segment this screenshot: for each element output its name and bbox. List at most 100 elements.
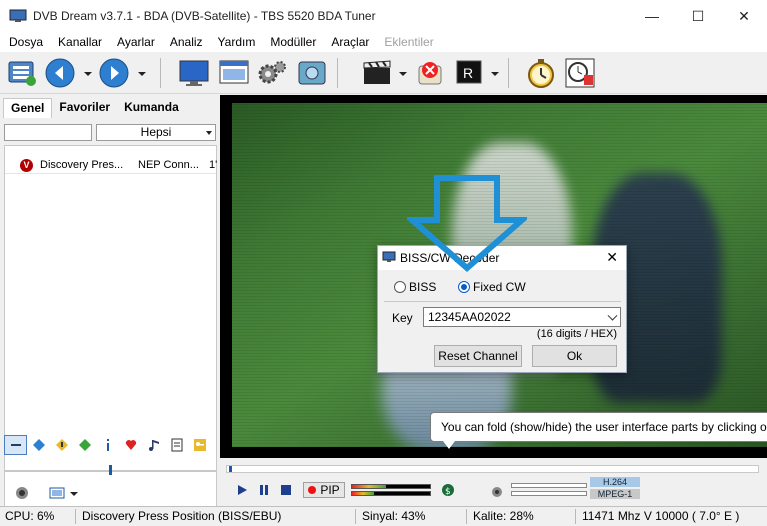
- minimize-button[interactable]: —: [629, 0, 675, 32]
- menu-analiz[interactable]: Analiz: [161, 35, 209, 49]
- scheduler-icon[interactable]: [563, 56, 597, 90]
- tab-kumanda[interactable]: Kumanda: [117, 98, 186, 118]
- maximize-button[interactable]: ☐: [675, 0, 721, 32]
- left-tabs: Genel Favoriler Kumanda: [3, 98, 186, 118]
- pause-icon[interactable]: [258, 484, 270, 496]
- status-divider: [355, 509, 356, 524]
- radio-fixed-cw[interactable]: Fixed CW: [458, 280, 526, 294]
- display-icon[interactable]: [49, 486, 65, 500]
- window-icon[interactable]: [217, 56, 251, 90]
- record-dot-icon: [308, 486, 317, 494]
- back-icon[interactable]: [43, 56, 77, 90]
- menu-ayarlar[interactable]: Ayarlar: [108, 35, 161, 49]
- diamond-green-icon[interactable]: [73, 435, 96, 455]
- document-icon[interactable]: [165, 435, 188, 455]
- ok-button[interactable]: Ok: [532, 345, 617, 367]
- radio-biss[interactable]: BISS: [394, 280, 436, 294]
- seek-bar[interactable]: [226, 465, 759, 473]
- play-icon[interactable]: [236, 484, 248, 496]
- diamond-blue-icon[interactable]: [27, 435, 50, 455]
- menu-yardim[interactable]: Yardım: [209, 35, 262, 49]
- key-icon[interactable]: [188, 435, 211, 455]
- dollar-icon[interactable]: $: [441, 483, 455, 497]
- chevron-down-icon[interactable]: [607, 310, 618, 321]
- recorder-icon[interactable]: R: [452, 56, 486, 90]
- menu-bar: Dosya Kanallar Ayarlar Analiz Yardım Mod…: [0, 32, 767, 52]
- toolbar-divider: [160, 58, 161, 88]
- fold-minus-icon[interactable]: [4, 435, 27, 455]
- minimize-icon: —: [645, 8, 659, 24]
- key-value: 12345AA02022: [428, 310, 511, 324]
- left-icon-bar: [4, 433, 217, 457]
- monitor-icon[interactable]: [177, 56, 211, 90]
- key-label: Key: [392, 311, 413, 325]
- timer-clock-icon[interactable]: [524, 56, 558, 90]
- info-icon[interactable]: [96, 435, 119, 455]
- menu-araclar[interactable]: Araçlar: [322, 35, 375, 49]
- hint-tooltip: You can fold (show/hide) the user interf…: [430, 412, 767, 449]
- audio-codec-badge: MPEG-1: [590, 489, 640, 499]
- left-volume-slider[interactable]: [4, 463, 217, 479]
- volume-left-bar[interactable]: [511, 483, 587, 488]
- forward-dropdown-icon[interactable]: [138, 72, 146, 76]
- screenshot-icon[interactable]: [295, 56, 329, 90]
- maximize-icon: ☐: [691, 7, 705, 24]
- channel-logo-icon: V: [20, 159, 33, 172]
- channel-group-select[interactable]: Hepsi: [96, 124, 216, 141]
- toolbar: R: [0, 52, 767, 94]
- status-bar: CPU: 6% Discovery Press Position (BISS/E…: [0, 506, 767, 526]
- dialog-app-icon: [382, 251, 396, 262]
- stop-icon[interactable]: [280, 484, 292, 496]
- recorder-dropdown-icon[interactable]: [491, 72, 499, 76]
- status-tuning: 11471 Mhz V 10000 ( 7.0° E ): [582, 509, 740, 523]
- volume-right-bar[interactable]: [511, 491, 587, 496]
- status-quality: Kalite: 28%: [473, 509, 534, 523]
- stop-record-icon[interactable]: [413, 56, 447, 90]
- status-divider: [75, 509, 76, 524]
- channel-row[interactable]: V Discovery Pres... NEP Conn... 1': [5, 157, 218, 174]
- pip-button[interactable]: PIP: [303, 482, 345, 498]
- music-icon[interactable]: [142, 435, 165, 455]
- radio-biss-label: BISS: [409, 280, 437, 294]
- channel-filter-input[interactable]: [4, 124, 92, 141]
- title-bar: DVB Dream v3.7.1 - BDA (DVB-Satellite) -…: [0, 0, 767, 32]
- seek-thumb[interactable]: [229, 466, 232, 472]
- radio-fixed-cw-circle[interactable]: [458, 281, 470, 293]
- tab-favoriler[interactable]: Favoriler: [52, 98, 117, 118]
- status-channel: Discovery Press Position (BISS/EBU): [82, 509, 282, 523]
- back-dropdown-icon[interactable]: [84, 72, 92, 76]
- warning-icon[interactable]: [50, 435, 73, 455]
- app-icon: [9, 9, 27, 22]
- radio-biss-circle[interactable]: [394, 281, 406, 293]
- toolbar-divider-2: [337, 58, 338, 88]
- close-button[interactable]: ✕: [721, 0, 767, 32]
- reset-channel-button[interactable]: Reset Channel: [434, 345, 522, 367]
- menu-kanallar[interactable]: Kanallar: [49, 35, 108, 49]
- chevron-down-icon: [206, 131, 212, 135]
- forward-icon[interactable]: [97, 56, 131, 90]
- menu-moduller[interactable]: Modüller: [261, 35, 322, 49]
- signal-meter: [351, 484, 431, 489]
- status-divider: [575, 509, 576, 524]
- heart-icon[interactable]: [119, 435, 142, 455]
- record-dropdown-icon[interactable]: [399, 72, 407, 76]
- channel-provider: NEP Conn...: [138, 159, 199, 171]
- dialog-close-icon[interactable]: ✕: [606, 249, 618, 266]
- tab-genel[interactable]: Genel: [3, 98, 53, 118]
- channel-group-select-value: Hepsi: [140, 125, 172, 139]
- speaker-icon[interactable]: [14, 485, 30, 501]
- left-panel: Genel Favoriler Kumanda Hepsi V Discover…: [0, 95, 220, 525]
- video-bottom-border: [220, 453, 767, 458]
- channel-list-icon[interactable]: [5, 56, 39, 90]
- settings-gears-icon[interactable]: [255, 56, 289, 90]
- menu-dosya[interactable]: Dosya: [0, 35, 49, 49]
- svg-text:$: $: [445, 487, 451, 497]
- channel-number: 1': [209, 159, 218, 171]
- display-dropdown-icon[interactable]: [70, 492, 78, 496]
- quality-meter-fill: [352, 492, 374, 495]
- key-combobox[interactable]: 12345AA02022: [423, 307, 621, 327]
- video-codec-badge: H.264: [590, 477, 640, 487]
- speaker-icon[interactable]: [490, 485, 504, 499]
- slider-thumb[interactable]: [109, 465, 112, 475]
- clapper-record-icon[interactable]: [360, 56, 394, 90]
